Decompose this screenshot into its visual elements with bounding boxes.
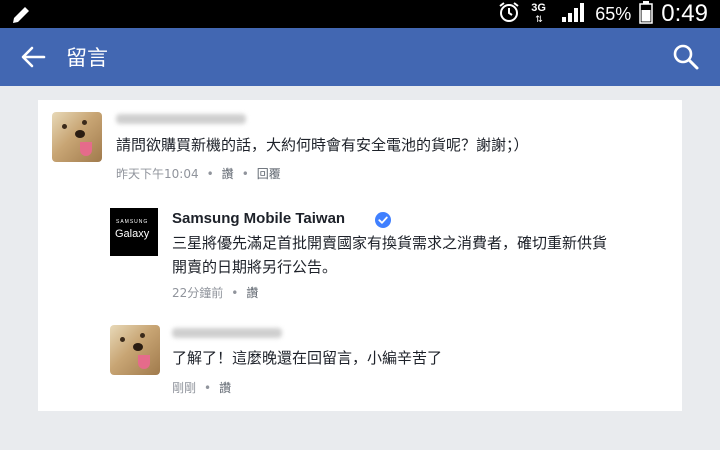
redacted-commenter-name [172,328,282,338]
samsung-galaxy-logo[interactable]: SAMSUNG Galaxy [110,208,158,256]
reply-meta: 22分鐘前 • 讚 [172,284,259,301]
comment-meta: 昨天下午10:04 • 讚 • 回覆 [116,165,281,182]
signal-icon [561,1,587,27]
app-bar: 留言 [0,28,720,86]
pencil-icon [10,4,32,30]
verified-badge-icon [375,212,391,228]
like-button[interactable]: 讚 [222,165,234,182]
comment-card: 請問欲購買新機的話，大約何時會有安全電池的貨呢？謝謝；） 昨天下午10:04 •… [38,100,682,411]
alarm-icon [497,0,521,28]
reply-author-name[interactable]: Samsung Mobile Taiwan [172,210,345,227]
reply-button[interactable]: 回覆 [257,165,281,182]
like-button[interactable]: 讚 [246,284,258,301]
battery-icon [639,0,654,28]
commenter-avatar[interactable] [52,112,102,162]
reply-timestamp: 22分鐘前 [172,286,224,300]
reply-text-line-1: 三星將優先滿足首批開賣國家有換貨需求之消費者，確切重新供貨 [172,234,608,252]
reply-timestamp: 剛剛 [172,381,197,395]
back-arrow-icon[interactable] [20,44,46,70]
reply-text-line-2: 開賣的日期將另行公告。 [172,258,338,276]
network-indicator: 3G ⇅ [531,2,546,25]
status-bar: 3G ⇅ 65% 0:49 [0,0,720,28]
clock: 0:49 [661,0,708,27]
reply-meta: 剛剛 • 讚 [172,379,232,396]
redacted-commenter-name [116,114,246,124]
reply-text: 了解了！這麼晚還在回留言，小編辛苦了 [172,349,443,367]
battery-percent: 65% [595,3,632,24]
page-title: 留言 [66,46,108,70]
comment-timestamp: 昨天下午10:04 [116,167,199,181]
commenter-avatar[interactable] [110,325,160,375]
like-button[interactable]: 讚 [219,379,231,396]
search-icon[interactable] [672,43,700,71]
comment-text: 請問欲購買新機的話，大約何時會有安全電池的貨呢？謝謝；） [116,136,529,154]
